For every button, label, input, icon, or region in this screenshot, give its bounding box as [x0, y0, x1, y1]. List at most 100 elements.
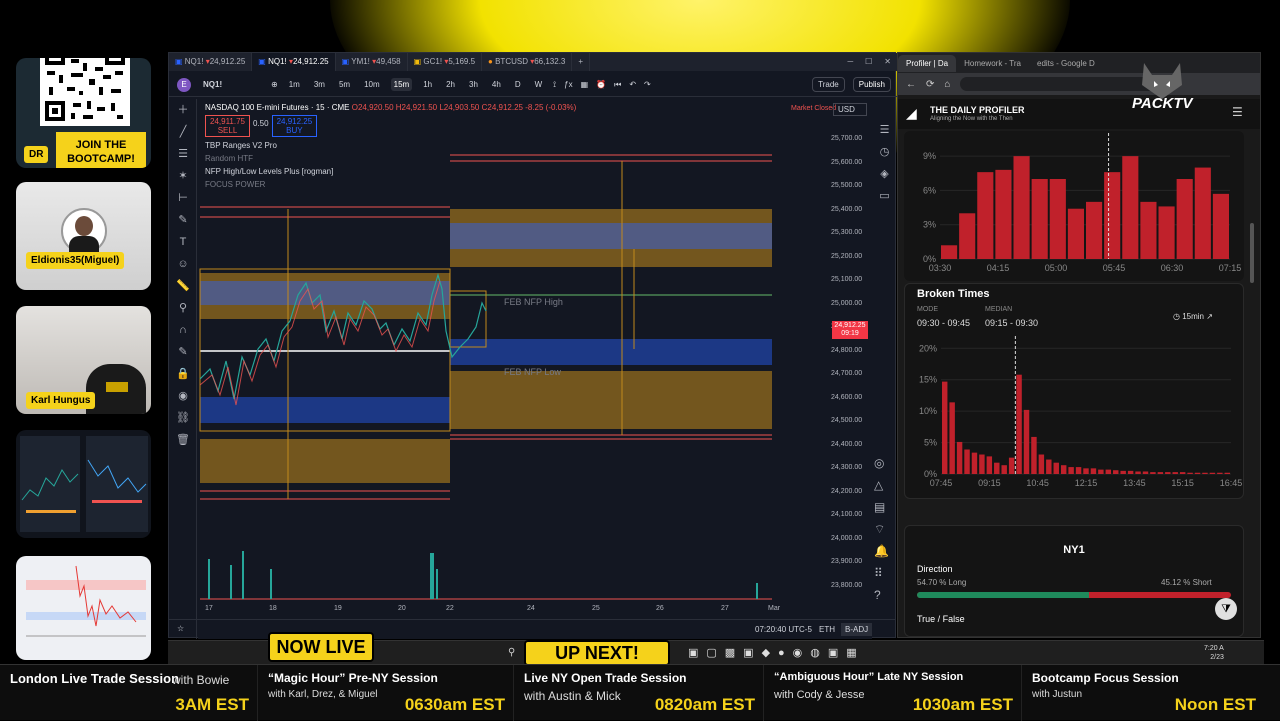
indicators-icon[interactable]: ƒx [564, 80, 572, 89]
tab-ym1[interactable]: ▣ YM1! ▾49,458 [336, 53, 408, 71]
tab-edits[interactable]: edits - Google D [1029, 55, 1103, 72]
buy-button[interactable]: 24,912.25 BUY [271, 115, 318, 137]
timeframe-1h[interactable]: 1h [420, 78, 435, 91]
triangle-icon[interactable]: △ [874, 478, 896, 500]
price-axis[interactable]: 25,700.00 25,600.00 25,500.00 25,400.00 25,3… [831, 135, 871, 605]
adjustment-toggle[interactable]: B-ADJ [841, 623, 873, 636]
screen-share-thumbnail-1[interactable] [16, 430, 151, 538]
broken-x-tick: 16:45 [1220, 478, 1243, 488]
timeframe-5m[interactable]: 5m [336, 78, 353, 91]
add-symbol-icon[interactable]: ⊕ [271, 80, 278, 89]
broadcast-icon[interactable]: ⌔ [874, 522, 896, 544]
alert-icon[interactable]: ⏰ [596, 80, 606, 89]
user-avatar[interactable]: E [177, 77, 191, 92]
session-toggle[interactable]: ETH [819, 625, 835, 634]
zoom-icon[interactable]: ⚲ [169, 297, 197, 319]
timeframe-3m[interactable]: 3m [311, 78, 328, 91]
tradingview-window[interactable]: ▣ NQ1! ▾24,912.25 ▣ NQ1! ▾24,912.25 ▣ YM… [168, 52, 897, 639]
apps-icon[interactable]: ⠿ [874, 566, 896, 588]
indicator-1[interactable]: TBP Ranges V2 Pro [205, 141, 576, 150]
reload-icon[interactable]: ⟳ [926, 79, 934, 90]
bookmark-icon[interactable]: ⌂ [944, 79, 950, 90]
trash-icon[interactable]: 🗑 [169, 429, 197, 451]
replay-icon[interactable]: ⏮ [614, 80, 621, 90]
watchlist-icon[interactable]: ☰ [872, 123, 897, 145]
participant-video-karl[interactable]: Karl Hungus [16, 306, 151, 414]
emoji-icon[interactable]: ☺ [169, 253, 197, 275]
promo-card[interactable]: JOIN THE BOOTCAMP! DR [16, 58, 151, 168]
time-axis[interactable]: 17 18 19 20 22 24 25 26 27 Mar [205, 605, 825, 617]
site-title: THE DAILY PROFILER [930, 105, 1025, 115]
bell-icon[interactable]: 🔔 [874, 544, 896, 566]
timeframe-2h[interactable]: 2h [443, 78, 458, 91]
publish-button[interactable]: Publish [852, 77, 891, 92]
close-icon[interactable]: ✕ [878, 53, 897, 71]
link-icon[interactable]: ⛓ [169, 407, 197, 429]
currency-select[interactable]: USD [833, 103, 867, 116]
participant-name: Karl Hungus [26, 392, 96, 409]
fib-icon[interactable]: ☰ [169, 143, 197, 165]
position-icon[interactable]: ⊢ [169, 187, 197, 209]
ruler-icon[interactable]: 📏 [169, 275, 197, 297]
tab-nq1[interactable]: ▣ NQ1! ▾24,912.25 [169, 53, 253, 71]
favorites-icon[interactable]: ☆ [177, 624, 184, 633]
target-icon[interactable]: ◎ [874, 456, 896, 478]
back-icon[interactable]: ← [906, 79, 916, 90]
minimize-icon[interactable]: ─ [841, 53, 859, 71]
timeframe-d[interactable]: D [512, 78, 524, 91]
layout-icon[interactable]: ▦ [581, 80, 589, 89]
chat-icon[interactable]: ▭ [872, 189, 897, 211]
session-bootcamp-focus[interactable]: Bootcamp Focus Session with Justun Noon … [1022, 665, 1280, 721]
page-scrollbar[interactable] [1250, 223, 1254, 283]
trendline-icon[interactable]: ╱ [169, 121, 197, 143]
session-london[interactable]: London Live Trade Session with Bowie 3AM… [0, 665, 258, 721]
screen-share-thumbnail-2[interactable] [16, 556, 151, 660]
taskbar-clock[interactable]: 7:20 A 2/23 [1204, 644, 1224, 662]
crosshair-icon[interactable]: ＋ [169, 99, 197, 121]
timeframe-3h[interactable]: 3h [466, 78, 481, 91]
taskbar-search[interactable]: ⚲ [508, 647, 520, 659]
brush-icon[interactable]: ✎ [169, 209, 197, 231]
indicator-4[interactable]: FOCUS POWER [205, 180, 576, 189]
timeframe-1m[interactable]: 1m [286, 78, 303, 91]
trade-button[interactable]: Trade [812, 77, 845, 92]
new-tab-button[interactable]: + [572, 53, 591, 71]
tab-gc1[interactable]: ▣ GC1! ▾5,169.5 [408, 53, 483, 71]
clock-icon[interactable]: ◷ [872, 145, 897, 167]
menu-icon[interactable]: ☰ [1232, 105, 1243, 119]
dist-bar [1013, 156, 1030, 259]
timeframe-4h[interactable]: 4h [489, 78, 504, 91]
lock-draw-icon[interactable]: ✎ [169, 341, 197, 363]
symbol-search[interactable]: NQ1! [199, 78, 263, 91]
text-icon[interactable]: T [169, 231, 197, 253]
indicator-2[interactable]: Random HTF [205, 154, 576, 163]
session-ny-open[interactable]: Live NY Open Trade Session with Austin &… [514, 665, 764, 721]
tab-homework[interactable]: Homework - Tra [956, 55, 1029, 72]
undo-icon[interactable]: ↶ [629, 80, 636, 89]
lock-icon[interactable]: 🔒 [169, 363, 197, 385]
tab-profiler[interactable]: Profiler | Da [898, 54, 957, 72]
help-icon[interactable]: ? [874, 588, 896, 610]
pattern-icon[interactable]: ✶ [169, 165, 197, 187]
magnet-icon[interactable]: ∩ [169, 319, 197, 341]
sell-button[interactable]: 24,911.75 SELL [205, 115, 250, 137]
timeframe-w[interactable]: W [532, 78, 546, 91]
interval-selector[interactable]: ◷ 15min ↗ [1173, 312, 1213, 321]
browser-window[interactable]: Profiler | Da Homework - Tra edits - Goo… [897, 52, 1261, 638]
session-magic-hour[interactable]: “Magic Hour” Pre-NY Session with Karl, D… [258, 665, 514, 721]
tab-btcusd[interactable]: ● BTCUSD ▾66,132.3 [482, 53, 573, 71]
maximize-icon[interactable]: ☐ [859, 53, 878, 71]
symbol-title[interactable]: NASDAQ 100 E-mini Futures · 15 · CME [205, 103, 349, 112]
filter-button[interactable]: ⧩ [1215, 598, 1237, 620]
chart-type-icon[interactable]: ⟟ [553, 80, 556, 90]
timeframe-15m[interactable]: 15m [390, 78, 413, 91]
calendar-icon[interactable]: ▤ [874, 500, 896, 522]
redo-icon[interactable]: ↷ [644, 80, 651, 89]
indicator-3[interactable]: NFP High/Low Levels Plus [rogman] [205, 167, 576, 176]
hide-icon[interactable]: ◉ [169, 385, 197, 407]
session-ambiguous-hour[interactable]: “Ambiguous Hour” Late NY Session with Co… [764, 665, 1022, 721]
tab-nq1-active[interactable]: ▣ NQ1! ▾24,912.25 [252, 53, 336, 71]
timeframe-10m[interactable]: 10m [361, 78, 383, 91]
layers-icon[interactable]: ◈ [872, 167, 897, 189]
participant-video-miguel[interactable]: Eldionis35(Miguel) [16, 182, 151, 290]
